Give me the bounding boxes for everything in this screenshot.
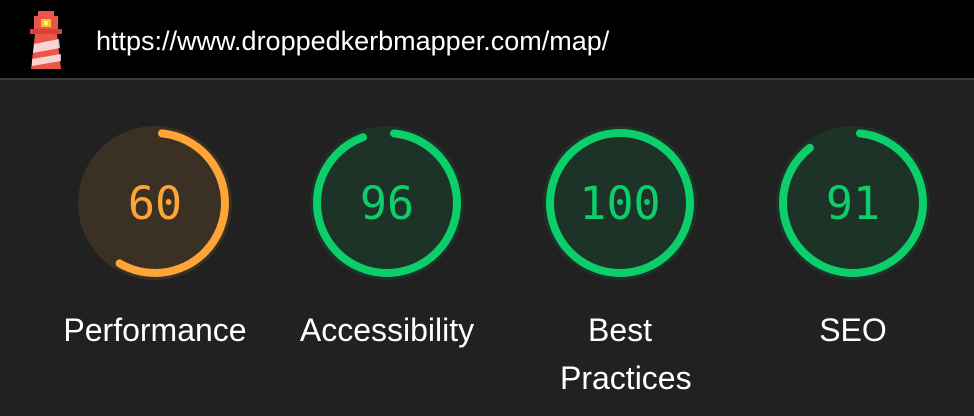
gauge-best-practices[interactable]: 100 Best Practices	[500, 126, 740, 416]
report-header: https://www.droppedkerbmapper.com/map/	[0, 0, 974, 78]
gauge-accessibility[interactable]: 96 Accessibility	[267, 126, 507, 416]
score-gauges: 60 Performance 96 Accessibility 100 Best…	[0, 80, 974, 416]
gauge-score: 96	[359, 177, 415, 230]
lighthouse-icon	[24, 11, 68, 69]
gauge-score: 91	[825, 177, 881, 230]
gauge-score: 100	[579, 177, 661, 230]
page-url[interactable]: https://www.droppedkerbmapper.com/map/	[96, 24, 609, 58]
gauge-score: 60	[127, 177, 183, 230]
gauge-label: Best Practices	[560, 312, 692, 396]
gauge-seo[interactable]: 91 SEO	[733, 126, 973, 416]
gauge-performance[interactable]: 60 Performance	[35, 126, 275, 416]
gauge-label: Performance	[63, 312, 247, 348]
gauge-label: Accessibility	[299, 312, 475, 348]
gauge-label: SEO	[819, 312, 887, 348]
